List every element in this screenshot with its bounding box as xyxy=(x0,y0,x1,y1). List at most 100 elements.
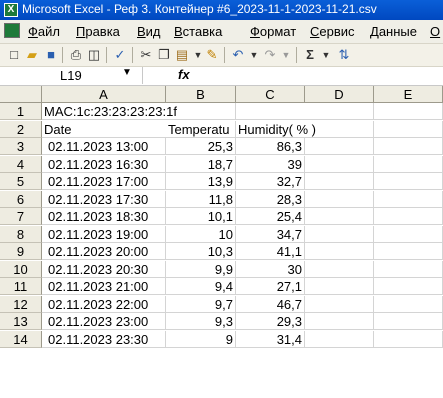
cell-d[interactable] xyxy=(305,296,374,313)
cell-e[interactable] xyxy=(374,226,443,243)
cell-e[interactable] xyxy=(374,243,443,260)
print-preview-icon[interactable]: ◫ xyxy=(86,47,102,63)
autosum-dropdown-icon[interactable]: ▼ xyxy=(318,47,334,63)
cell-b[interactable]: 9,3 xyxy=(166,313,236,330)
menu-view[interactable]: Вид xyxy=(137,24,161,39)
cell-d[interactable] xyxy=(305,261,374,278)
cell-a[interactable]: 02.11.2023 16:30 xyxy=(42,156,166,173)
undo-dropdown-icon[interactable]: ▼ xyxy=(246,47,262,63)
cell-d[interactable] xyxy=(305,173,374,190)
cell-a[interactable]: 02.11.2023 23:00 xyxy=(42,313,166,330)
spelling-icon[interactable]: ✓ xyxy=(112,47,128,63)
cell-b[interactable]: 9,4 xyxy=(166,278,236,295)
open-folder-icon[interactable]: ▰ xyxy=(24,47,40,63)
cell-c[interactable]: 28,3 xyxy=(236,191,305,208)
column-header-e[interactable]: E xyxy=(374,86,443,103)
cell-c[interactable]: 86,3 xyxy=(236,138,305,155)
row-header[interactable]: 10 xyxy=(0,261,42,278)
cell-b[interactable]: 11,8 xyxy=(166,191,236,208)
cell-d[interactable] xyxy=(305,313,374,330)
cell-b[interactable] xyxy=(166,103,236,120)
cell-d[interactable] xyxy=(305,226,374,243)
cell-e[interactable] xyxy=(374,121,443,138)
cell-e[interactable] xyxy=(374,261,443,278)
row-header[interactable]: 13 xyxy=(0,313,42,330)
cell-e[interactable] xyxy=(374,156,443,173)
menu-insert[interactable]: Вставка xyxy=(174,24,222,39)
cell-c[interactable]: 27,1 xyxy=(236,278,305,295)
cell-c[interactable]: Humidity( % ) xyxy=(236,121,316,138)
cell-c[interactable]: 25,4 xyxy=(236,208,305,225)
cell-d[interactable] xyxy=(305,103,374,120)
column-header-b[interactable]: B xyxy=(166,86,236,103)
row-header[interactable]: 7 xyxy=(0,208,42,225)
row-header[interactable]: 4 xyxy=(0,156,42,173)
cell-d[interactable] xyxy=(305,331,374,348)
column-header-c[interactable]: C xyxy=(236,86,305,103)
cell-a[interactable]: 02.11.2023 23:30 xyxy=(42,331,166,348)
cell-a[interactable]: 02.11.2023 17:30 xyxy=(42,191,166,208)
cell-c[interactable]: 34,7 xyxy=(236,226,305,243)
autosum-icon[interactable]: Σ xyxy=(302,47,318,63)
cell-b[interactable]: 10,3 xyxy=(166,243,236,260)
new-document-icon[interactable]: □ xyxy=(6,47,22,63)
cell-d[interactable] xyxy=(305,138,374,155)
copy-icon[interactable]: ❐ xyxy=(156,47,172,63)
row-header[interactable]: 14 xyxy=(0,331,42,348)
cell-e[interactable] xyxy=(374,138,443,155)
cell-c[interactable]: 29,3 xyxy=(236,313,305,330)
cell-d[interactable] xyxy=(305,121,374,138)
row-header[interactable]: 6 xyxy=(0,191,42,208)
cell-e[interactable] xyxy=(374,331,443,348)
name-box-value[interactable]: L19 xyxy=(60,68,82,83)
row-header[interactable]: 11 xyxy=(0,278,42,295)
row-header[interactable]: 5 xyxy=(0,173,42,190)
cell-b[interactable]: 25,3 xyxy=(166,138,236,155)
cell-a[interactable]: 02.11.2023 18:30 xyxy=(42,208,166,225)
paste-icon[interactable]: ▤ xyxy=(174,47,190,63)
menu-data[interactable]: Данные xyxy=(370,24,417,39)
cell-d[interactable] xyxy=(305,156,374,173)
cell-e[interactable] xyxy=(374,208,443,225)
cell-c[interactable]: 30 xyxy=(236,261,305,278)
row-header[interactable]: 2 xyxy=(0,121,42,138)
cell-c[interactable] xyxy=(236,103,305,120)
cell-b[interactable]: 9,7 xyxy=(166,296,236,313)
cell-b[interactable]: 10 xyxy=(166,226,236,243)
cell-c[interactable]: 41,1 xyxy=(236,243,305,260)
row-header[interactable]: 12 xyxy=(0,296,42,313)
cell-c[interactable]: 39 xyxy=(236,156,305,173)
cell-a[interactable]: 02.11.2023 22:00 xyxy=(42,296,166,313)
print-icon[interactable]: ⎙ xyxy=(68,47,84,63)
sort-ascending-icon[interactable]: ⇅ xyxy=(336,47,352,63)
redo-icon[interactable]: ↷ xyxy=(262,47,278,63)
cell-b[interactable]: 18,7 xyxy=(166,156,236,173)
cell-c[interactable]: 32,7 xyxy=(236,173,305,190)
cell-e[interactable] xyxy=(374,278,443,295)
cell-d[interactable] xyxy=(305,243,374,260)
cell-e[interactable] xyxy=(374,173,443,190)
row-header[interactable]: 1 xyxy=(0,103,42,120)
save-icon[interactable]: ■ xyxy=(43,47,59,63)
select-all-corner[interactable] xyxy=(0,86,42,103)
cut-icon[interactable]: ✂ xyxy=(138,47,154,63)
cell-d[interactable] xyxy=(305,278,374,295)
fx-label[interactable]: fx xyxy=(178,67,190,82)
menu-overflow[interactable]: О xyxy=(430,24,440,39)
cell-c[interactable]: 31,4 xyxy=(236,331,305,348)
cell-b[interactable]: 9 xyxy=(166,331,236,348)
cell-e[interactable] xyxy=(374,296,443,313)
cell-a[interactable]: Date xyxy=(42,121,166,138)
cell-a[interactable]: 02.11.2023 19:00 xyxy=(42,226,166,243)
cell-a[interactable]: 02.11.2023 21:00 xyxy=(42,278,166,295)
name-box-dropdown-icon[interactable]: ▼ xyxy=(122,67,132,78)
undo-icon[interactable]: ↶ xyxy=(230,47,246,63)
cell-a[interactable]: 02.11.2023 20:30 xyxy=(42,261,166,278)
cell-e[interactable] xyxy=(374,103,443,120)
cell-d[interactable] xyxy=(305,208,374,225)
cell-c[interactable]: 46,7 xyxy=(236,296,305,313)
cell-a[interactable]: MAC:1c:23:23:23:23:1f xyxy=(42,103,177,120)
menu-file[interactable]: Файл xyxy=(28,24,60,39)
cell-e[interactable] xyxy=(374,313,443,330)
cell-b[interactable]: 10,1 xyxy=(166,208,236,225)
